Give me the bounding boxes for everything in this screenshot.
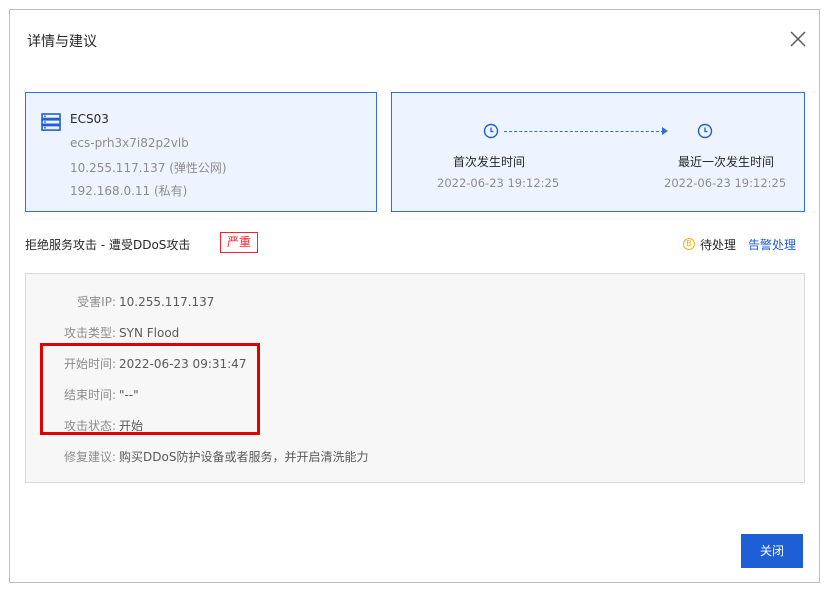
details-dialog: 详情与建议 ECS03 ecs-prh3x7i82p2vlb 10.255.11… xyxy=(9,9,820,583)
last-occurrence-label: 最近一次发生时间 xyxy=(678,155,775,169)
timeline-card: 首次发生时间 2022-06-23 19:12:25 最近一次发生时间 2022… xyxy=(391,92,805,212)
detail-label: 攻击类型: xyxy=(63,326,116,340)
arrow-right-icon xyxy=(662,127,668,135)
detail-label: 修复建议: xyxy=(63,450,116,464)
clock-icon xyxy=(483,123,499,139)
asset-public-ip: 10.255.117.137 (弹性公网) xyxy=(70,161,227,175)
server-icon xyxy=(41,113,61,131)
severity-badge: 严重 xyxy=(220,232,259,253)
first-occurrence-value: 2022-06-23 19:12:25 xyxy=(437,176,560,190)
clock-icon xyxy=(697,123,713,139)
timeline-connector xyxy=(504,131,664,132)
asset-instance-id: ecs-prh3x7i82p2vlb xyxy=(70,136,189,150)
asset-name: ECS03 xyxy=(70,112,109,126)
asset-private-ip: 192.168.0.11 (私有) xyxy=(70,184,188,198)
pending-status-icon: B xyxy=(683,238,695,250)
dialog-title: 详情与建议 xyxy=(27,34,97,50)
status-label: 待处理 xyxy=(700,238,737,252)
first-occurrence-label: 首次发生时间 xyxy=(453,155,526,169)
last-occurrence-value: 2022-06-23 19:12:25 xyxy=(664,176,787,190)
detail-value: 购买DDoS防护设备或者服务，并开启清洗能力 xyxy=(119,450,369,464)
asset-card: ECS03 ecs-prh3x7i82p2vlb 10.255.117.137 … xyxy=(25,92,377,212)
close-icon[interactable] xyxy=(789,30,807,48)
alert-handle-link[interactable]: 告警处理 xyxy=(748,236,796,253)
event-title: 拒绝服务攻击 - 遭受DDoS攻击 xyxy=(25,238,191,252)
close-button[interactable]: 关闭 xyxy=(741,534,803,568)
detail-value: 10.255.117.137 xyxy=(119,295,215,309)
highlight-box xyxy=(40,343,260,435)
detail-value: SYN Flood xyxy=(119,326,180,340)
detail-label: 受害IP: xyxy=(77,295,116,309)
